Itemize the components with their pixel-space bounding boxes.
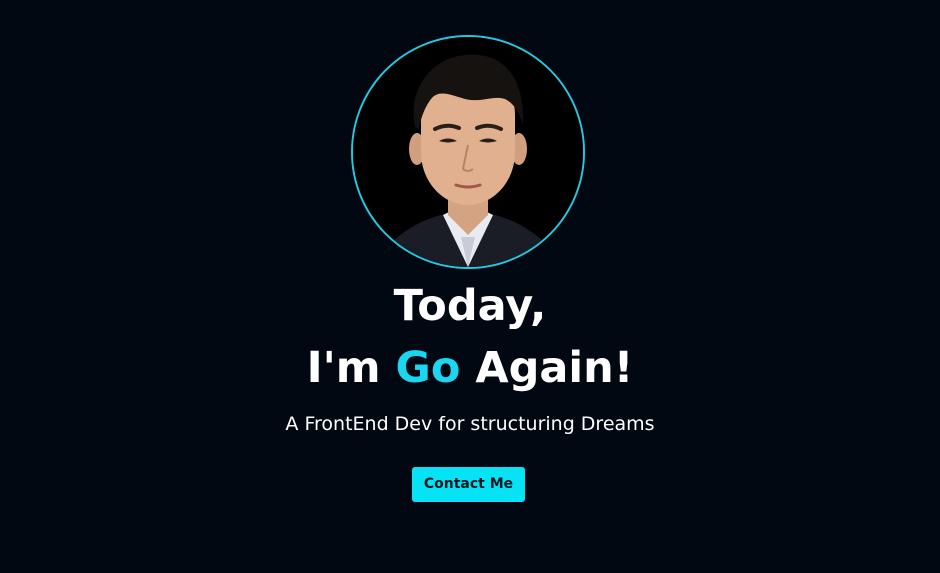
- headline-highlight: Go: [395, 343, 461, 393]
- profile-photo: [353, 37, 583, 267]
- headline-line-2: I'm Go Again!: [0, 342, 940, 394]
- tagline: A FrontEnd Dev for structuring Dreams: [285, 413, 655, 435]
- headline-line-1: Today,: [393, 281, 547, 331]
- avatar: [351, 35, 585, 269]
- hero-section: Today, I'm Go Again! A FrontEnd Dev for …: [0, 0, 940, 573]
- headline-prefix: I'm: [306, 343, 396, 393]
- headline-suffix: Again!: [460, 343, 634, 393]
- contact-me-button[interactable]: Contact Me: [412, 467, 525, 502]
